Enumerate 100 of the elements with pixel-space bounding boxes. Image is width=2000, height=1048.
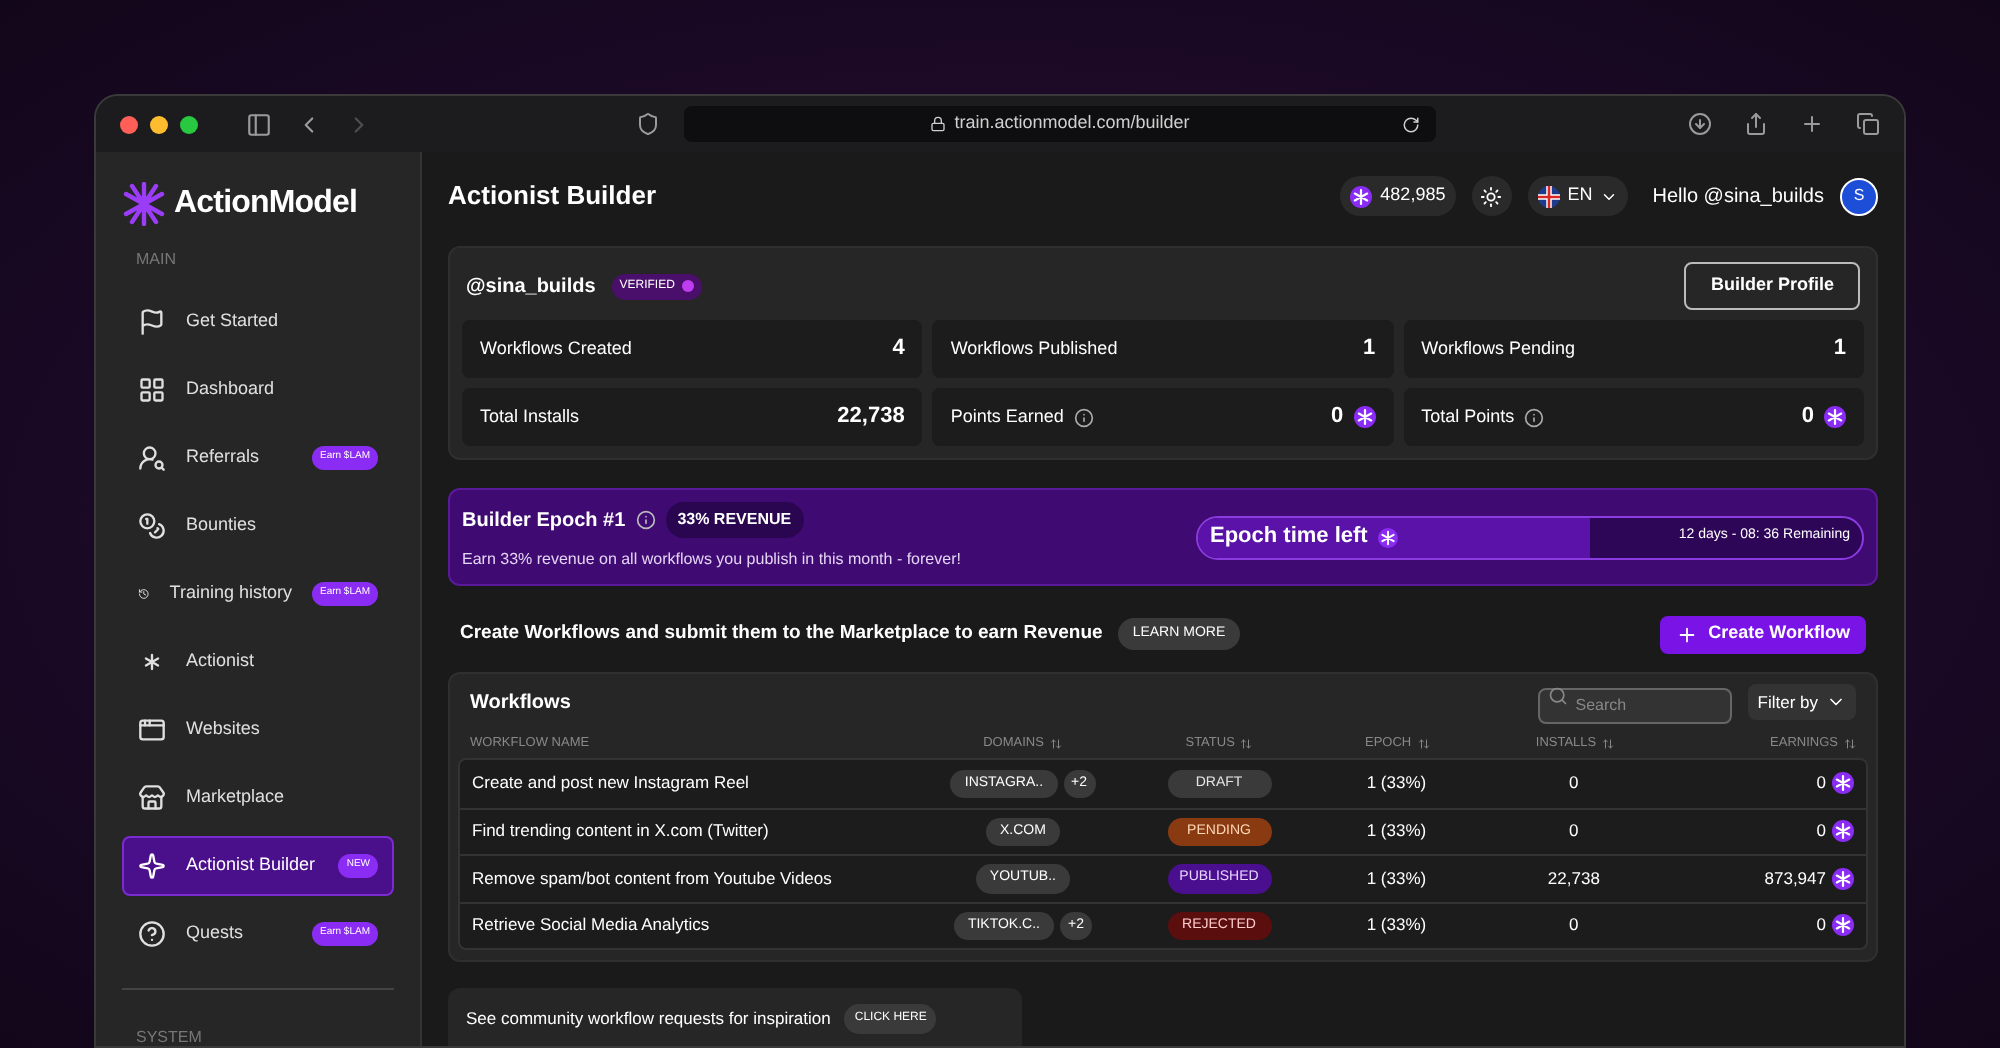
token-icon	[1350, 185, 1373, 207]
sparkle-icon	[138, 852, 166, 880]
stat-value: 4	[892, 334, 905, 365]
stat-value: 1	[1833, 334, 1846, 365]
stat-label: Workflows Pending	[1421, 335, 1576, 362]
sidebar-label: Bounties	[186, 512, 257, 539]
flag-icon	[138, 308, 166, 336]
logo-text: ActionModel	[174, 184, 358, 224]
search-icon	[1547, 686, 1568, 706]
logo-icon	[122, 182, 166, 226]
share-icon[interactable]	[1744, 112, 1768, 136]
workflow-name: Create and post new Instagram Reel	[472, 770, 751, 797]
theme-button[interactable]	[1471, 176, 1512, 216]
installs-cell-text: 0	[1567, 818, 1581, 845]
workflow-name: Find trending content in X.com (Twitter)	[472, 818, 771, 845]
points-pill: 482,985	[1340, 176, 1456, 216]
token-icon	[1823, 406, 1846, 428]
sidebar-item[interactable]: Bounties	[122, 496, 394, 556]
flag-icon	[1537, 185, 1560, 207]
sidebar-item[interactable]: Actionist	[122, 632, 394, 692]
installs-cell-text: 0	[1567, 770, 1581, 797]
tabs-icon[interactable]	[1856, 112, 1880, 136]
stat-label: Total Points	[1421, 403, 1515, 430]
community-text: See community workflow requests for inspiration	[466, 1005, 831, 1031]
sort-icon[interactable]	[1417, 738, 1430, 750]
earnings-cell: 0	[1816, 818, 1826, 845]
epoch-cell-text: 1 (33%)	[1364, 912, 1429, 939]
create-workflow-button[interactable]: Create Workflow	[1660, 615, 1866, 653]
token-icon	[1377, 527, 1398, 547]
section-label: MAIN	[136, 248, 178, 272]
sidebar-toggle-icon[interactable]	[246, 111, 272, 137]
workflows-title: Workflows	[470, 689, 571, 717]
timer-label: Epoch time left	[1210, 522, 1368, 553]
info-icon	[1524, 407, 1545, 427]
sidebar-label: Get Started	[186, 308, 279, 335]
token-icon	[1832, 914, 1854, 937]
token-icon	[1353, 406, 1376, 428]
epoch-title: Builder Epoch #1	[462, 507, 626, 535]
workflow-name: Retrieve Social Media Analytics	[472, 912, 712, 939]
stat-label: Workflows Published	[950, 335, 1118, 362]
avatar[interactable]: S	[1840, 177, 1878, 215]
token-icon	[1832, 867, 1854, 890]
new-tab-icon[interactable]	[1800, 112, 1824, 136]
stat-value: 0	[1801, 402, 1814, 433]
sort-icon[interactable]	[1844, 738, 1856, 750]
stat-label: Points Earned	[950, 403, 1064, 430]
sidebar-label: Dashboard	[186, 376, 275, 403]
epoch-description: Earn 33% revenue on all workflows you publish in this month - forever!	[462, 548, 961, 572]
greeting: Hello @sina_builds	[1652, 183, 1824, 211]
language-selector[interactable]: EN	[1527, 176, 1629, 216]
epoch-cell-text: 1 (33%)	[1364, 865, 1429, 892]
grid-icon	[138, 376, 166, 404]
earnings-cell: 0	[1816, 912, 1826, 939]
stat-label: Workflows Created	[480, 335, 632, 362]
sidebar-label: Training history	[169, 580, 292, 607]
sun-icon	[1480, 185, 1503, 207]
sidebar-item[interactable]: Dashboard	[122, 360, 394, 420]
page-title: Actionist Builder	[448, 178, 657, 215]
address-bar[interactable]: train.actionmodel.com/builder	[684, 106, 1436, 142]
filter-button[interactable]: Filter by	[1747, 684, 1856, 720]
search-field[interactable]: Search	[1537, 687, 1732, 723]
token-icon	[1832, 772, 1854, 795]
help-icon	[138, 920, 166, 948]
sidebar-label: Actionist Builder	[186, 852, 316, 879]
sidebar-label: Websites	[186, 716, 260, 743]
sort-icon[interactable]	[1240, 738, 1253, 750]
sidebar-item[interactable]: Get Started	[122, 292, 394, 352]
shield-icon[interactable]	[636, 112, 660, 136]
token-icon	[1832, 820, 1854, 843]
builder-profile-button[interactable]: Builder Profile	[1684, 262, 1860, 310]
stat-value: 0	[1331, 402, 1344, 433]
workflow-name: Remove spam/bot content from Youtube Videos	[472, 865, 834, 892]
cta-text: Create Workflows and submit them to the Marketplace to earn Revenue	[460, 619, 1103, 648]
sidebar-item[interactable]: Websites	[122, 700, 394, 760]
sort-icon[interactable]	[1602, 738, 1615, 750]
profile-handle: @sina_builds	[466, 273, 596, 301]
reload-icon[interactable]	[1402, 115, 1420, 133]
info-icon	[1073, 407, 1094, 427]
coins-icon	[138, 512, 166, 540]
sort-icon[interactable]	[1049, 738, 1062, 750]
window-icon	[138, 716, 166, 744]
stat-value: 22,738	[837, 402, 905, 433]
installs-cell-text: 0	[1567, 912, 1581, 939]
download-icon[interactable]	[1688, 112, 1712, 136]
sidebar-label: Referrals	[186, 444, 260, 471]
section-label: SYSTEM	[136, 1028, 202, 1046]
earnings-cell: 0	[1816, 770, 1826, 797]
lock-icon	[930, 116, 947, 132]
revenue-badge: 33% REVENUE	[665, 502, 804, 538]
epoch-cell-text: 1 (33%)	[1364, 770, 1429, 797]
sidebar-item[interactable]: Marketplace	[122, 768, 394, 828]
info-icon	[635, 510, 656, 530]
earnings-cell: 873,947	[1764, 865, 1826, 892]
plus-icon	[1676, 623, 1699, 645]
store-icon	[138, 784, 166, 812]
sidebar-label: Marketplace	[186, 784, 285, 811]
sidebar-label: Actionist	[186, 648, 255, 675]
sidebar-label: Quests	[186, 920, 244, 947]
stat-value: 1	[1363, 334, 1376, 365]
stat-label: Total Installs	[480, 403, 580, 430]
